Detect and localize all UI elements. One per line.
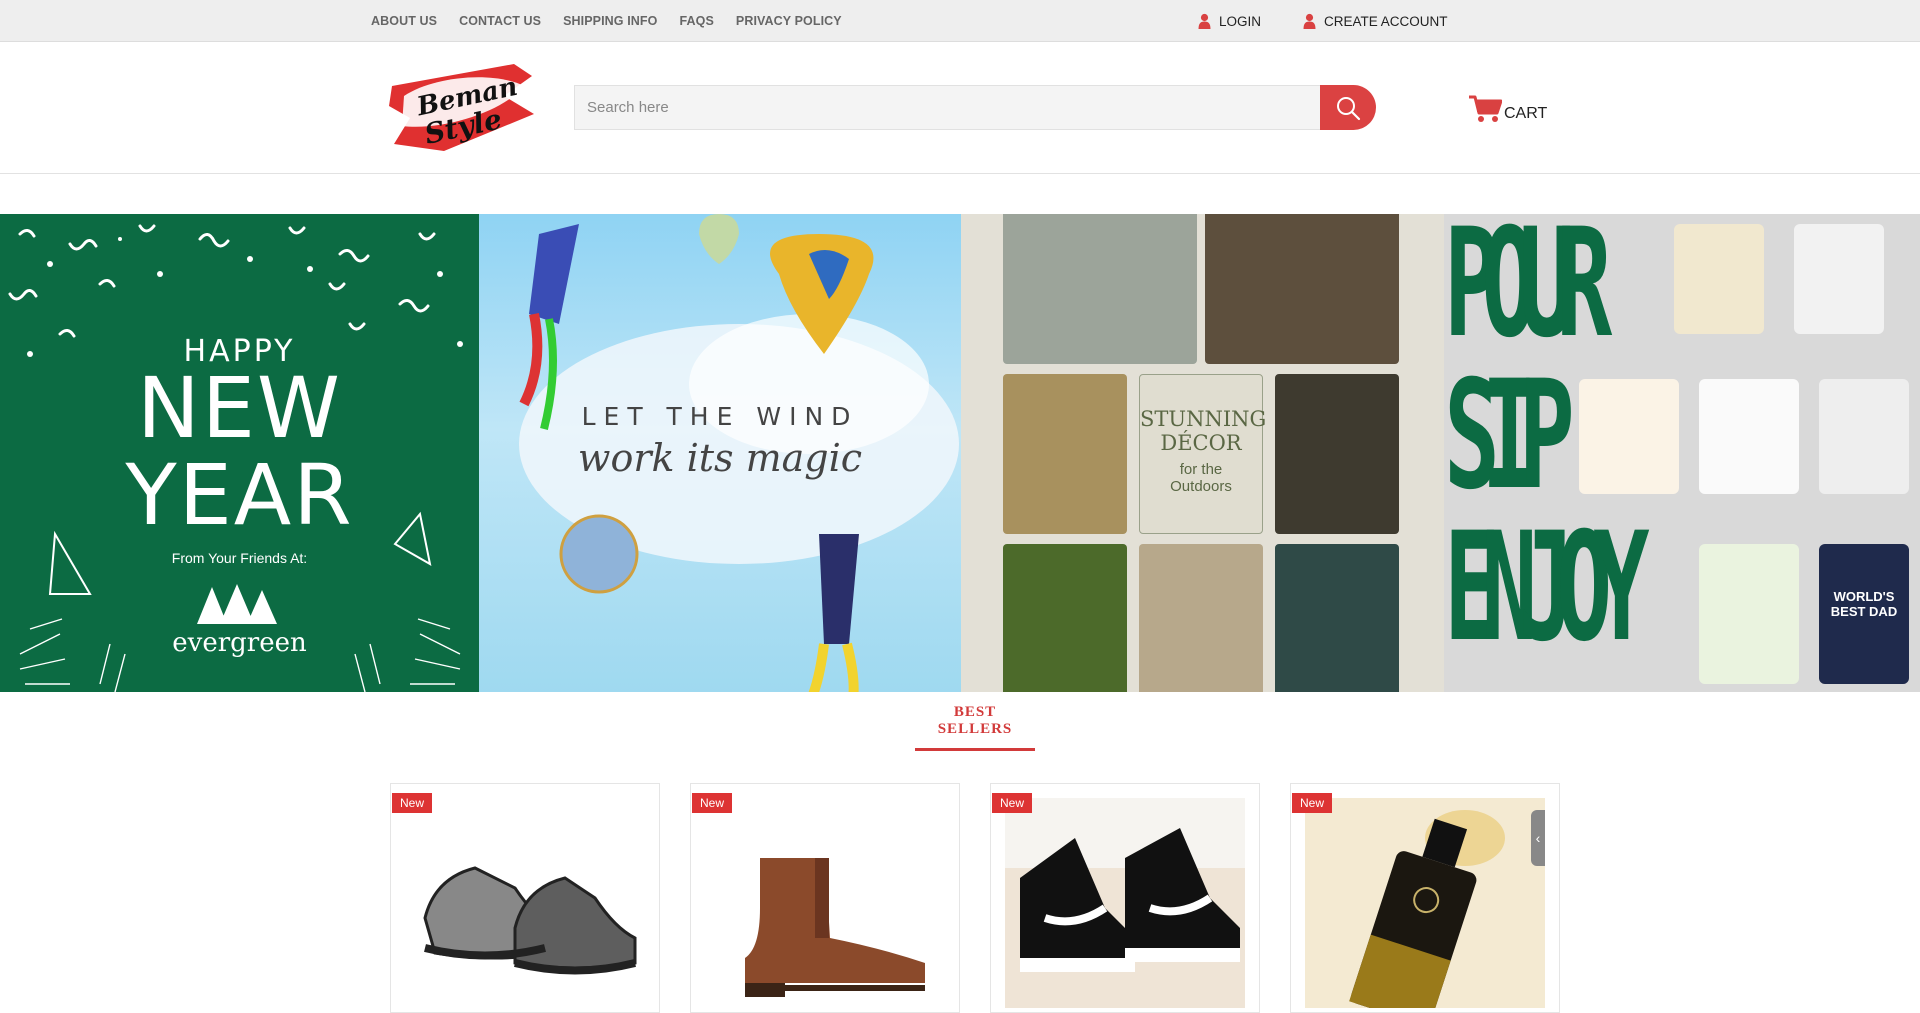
search-button[interactable] — [1320, 85, 1376, 130]
best-sellers-underline — [915, 748, 1035, 751]
search-icon — [1337, 96, 1361, 120]
banner2-line1: LET THE WIND — [581, 402, 859, 431]
banner1-brand: evergreen — [172, 628, 307, 658]
banner-new-year[interactable]: HAPPY NEW YEAR From Your Friends At: eve… — [0, 214, 479, 692]
carousel-prev-arrow[interactable]: ‹ — [1531, 810, 1545, 866]
decor-photo-5 — [1003, 544, 1127, 692]
nav-contact-us[interactable]: CONTACT US — [459, 14, 541, 28]
mug-worlds-best-dad: WORLD'S BEST DAD — [1819, 544, 1909, 684]
cart-icon — [1469, 95, 1502, 122]
site-header: Beman Style CART — [0, 42, 1920, 174]
decor-photo-7 — [1275, 544, 1399, 692]
product-image-oil-bottle[interactable] — [1305, 798, 1545, 1008]
create-account-link[interactable]: CREATE ACCOUNT — [1303, 0, 1448, 42]
decor-photo-3 — [1003, 374, 1127, 534]
banner-pour-sip-enjoy[interactable]: POUR SIP ENJOY WORLD'S BEST DAD — [1444, 214, 1920, 692]
product-card[interactable]: New — [990, 783, 1260, 1013]
best-sellers-heading: BEST SELLERS — [915, 704, 1035, 751]
banner2-line2: work its magic — [577, 436, 863, 480]
product-card[interactable]: New — [1290, 783, 1560, 1013]
new-badge: New — [992, 793, 1033, 813]
best-sellers-title: BEST SELLERS — [937, 704, 1013, 737]
cart-link[interactable]: CART — [1468, 84, 1547, 124]
product-image-high-top-sneaker[interactable] — [1005, 798, 1245, 1008]
user-icon — [1303, 13, 1316, 29]
banner4-line1: POUR — [1444, 214, 1612, 371]
evergreen-tree-icon — [197, 584, 277, 624]
site-logo[interactable]: Beman Style — [384, 56, 536, 156]
banner1-new: NEW — [137, 359, 342, 457]
product-carousel: New New New New — [390, 783, 1560, 1013]
mug-6 — [1699, 544, 1799, 684]
banner3-line1: STUNNING — [1140, 407, 1267, 431]
decor-photo-1 — [1003, 214, 1197, 364]
top-bar: ABOUT US CONTACT US SHIPPING INFO FAQS P… — [0, 0, 1920, 42]
mug-2 — [1794, 224, 1884, 334]
new-badge: New — [692, 793, 733, 813]
banner3-line3: for the — [1179, 461, 1223, 478]
login-label: LOGIN — [1219, 13, 1262, 29]
top-nav: ABOUT US CONTACT US SHIPPING INFO FAQS P… — [371, 0, 842, 42]
banner3-line2: DÉCOR — [1160, 431, 1242, 455]
new-badge: New — [392, 793, 433, 813]
mug-4 — [1699, 379, 1799, 494]
product-image-sneaker[interactable] — [405, 798, 645, 1008]
hero-banner[interactable]: HAPPY NEW YEAR From Your Friends At: eve… — [0, 214, 1920, 692]
decor-photo-4 — [1275, 374, 1399, 534]
user-icon — [1198, 13, 1211, 29]
product-image-chelsea-boot[interactable] — [705, 798, 945, 1008]
nav-shipping-info[interactable]: SHIPPING INFO — [563, 14, 657, 28]
search-bar — [574, 85, 1376, 130]
product-card[interactable]: New — [390, 783, 660, 1013]
banner3-line4: Outdoors — [1170, 478, 1232, 495]
banner-wind[interactable]: LET THE WIND work its magic — [479, 214, 961, 692]
mug-1 — [1674, 224, 1764, 334]
banner4-line3: ENJOY — [1444, 501, 1650, 675]
banner-outdoor-decor[interactable]: STUNNING DÉCOR for the Outdoors — [961, 214, 1444, 692]
new-badge: New — [1292, 793, 1333, 813]
login-link[interactable]: LOGIN — [1198, 0, 1261, 42]
cart-label: CART — [1504, 105, 1548, 122]
decor-photo-6 — [1139, 544, 1263, 692]
product-card[interactable]: New — [690, 783, 960, 1013]
nav-privacy-policy[interactable]: PRIVACY POLICY — [736, 14, 842, 28]
mug-3 — [1579, 379, 1679, 494]
create-account-label: CREATE ACCOUNT — [1324, 13, 1448, 29]
nav-about-us[interactable]: ABOUT US — [371, 14, 437, 28]
banner1-year: YEAR — [125, 446, 354, 544]
decor-text-tile: STUNNING DÉCOR for the Outdoors — [1139, 374, 1267, 534]
banner1-from: From Your Friends At: — [171, 550, 308, 566]
decor-photo-2 — [1205, 214, 1399, 364]
nav-faqs[interactable]: FAQS — [679, 14, 713, 28]
search-input[interactable] — [574, 85, 1320, 130]
mug-5 — [1819, 379, 1909, 494]
